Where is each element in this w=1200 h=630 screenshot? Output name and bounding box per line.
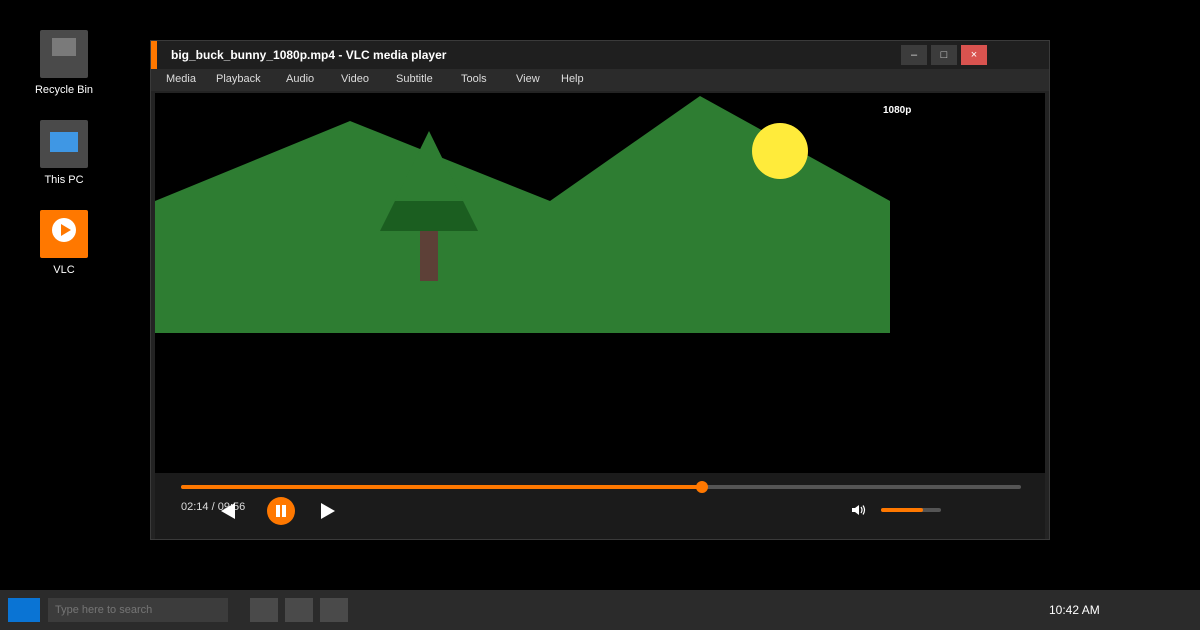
- desktop-icon-label: VLC: [53, 264, 75, 276]
- menu-video[interactable]: Video: [341, 73, 369, 85]
- taskbar-app-button[interactable]: [285, 598, 313, 622]
- taskbar-app-button[interactable]: [250, 598, 278, 622]
- pause-icon[interactable]: [267, 497, 295, 525]
- time-separator: /: [208, 501, 218, 513]
- minimize-button[interactable]: –: [901, 45, 927, 65]
- sun-shape: [752, 123, 808, 179]
- taskbar-search-input[interactable]: [48, 598, 228, 622]
- recycle-bin-icon: [40, 30, 88, 78]
- desktop-icon-label: Recycle Bin: [34, 84, 94, 96]
- desktop: Recycle Bin This PC VLC big_buck_bunny_1…: [0, 0, 1200, 590]
- quality-badge: 1080p: [883, 105, 912, 116]
- previous-icon[interactable]: [221, 503, 237, 519]
- volume-icon[interactable]: [851, 503, 867, 517]
- desktop-icon-label: This PC: [44, 174, 84, 186]
- window-title: big_buck_bunny_1080p.mp4 - VLC media pla…: [171, 48, 447, 62]
- taskbar: 10:42 AM: [0, 590, 1200, 630]
- menu-media[interactable]: Media: [166, 73, 196, 85]
- seek-progress: [181, 485, 702, 489]
- menu-view[interactable]: View: [516, 73, 540, 85]
- taskbar-app-button[interactable]: [320, 598, 348, 622]
- video-surface[interactable]: 1080p: [155, 93, 1045, 473]
- menu-audio[interactable]: Audio: [286, 73, 314, 85]
- video-frame: [155, 96, 890, 333]
- next-icon[interactable]: [321, 503, 337, 519]
- desktop-icon-recycle-bin[interactable]: Recycle Bin: [24, 30, 104, 96]
- vlc-icon: [40, 210, 88, 258]
- start-button[interactable]: [8, 598, 40, 622]
- current-time: 02:14: [181, 501, 209, 513]
- desktop-icon-this-pc[interactable]: This PC: [24, 120, 104, 186]
- taskbar-clock: 10:42 AM: [1049, 603, 1100, 617]
- computer-icon: [40, 120, 88, 168]
- tree-canopy-shape: [380, 201, 478, 231]
- volume-slider[interactable]: [881, 508, 941, 512]
- menu-help[interactable]: Help: [561, 73, 584, 85]
- seek-handle[interactable]: [695, 481, 708, 493]
- menu-playback[interactable]: Playback: [216, 73, 261, 85]
- title-accent: [151, 41, 157, 69]
- menu-subtitle[interactable]: Subtitle: [396, 73, 433, 85]
- menu-tools[interactable]: Tools: [461, 73, 487, 85]
- vlc-window: big_buck_bunny_1080p.mp4 - VLC media pla…: [150, 40, 1050, 540]
- maximize-button[interactable]: □: [931, 45, 957, 65]
- tree-trunk-shape: [420, 231, 438, 281]
- volume-level: [881, 508, 923, 512]
- desktop-icon-vlc[interactable]: VLC: [24, 210, 104, 276]
- control-bar: 02:14 / 09:56: [155, 473, 1045, 539]
- title-bar[interactable]: big_buck_bunny_1080p.mp4 - VLC media pla…: [151, 41, 1049, 69]
- seek-bar[interactable]: [181, 481, 1021, 493]
- menu-bar: Media Playback Audio Video Subtitle Tool…: [151, 69, 1049, 91]
- close-button[interactable]: ×: [961, 45, 987, 65]
